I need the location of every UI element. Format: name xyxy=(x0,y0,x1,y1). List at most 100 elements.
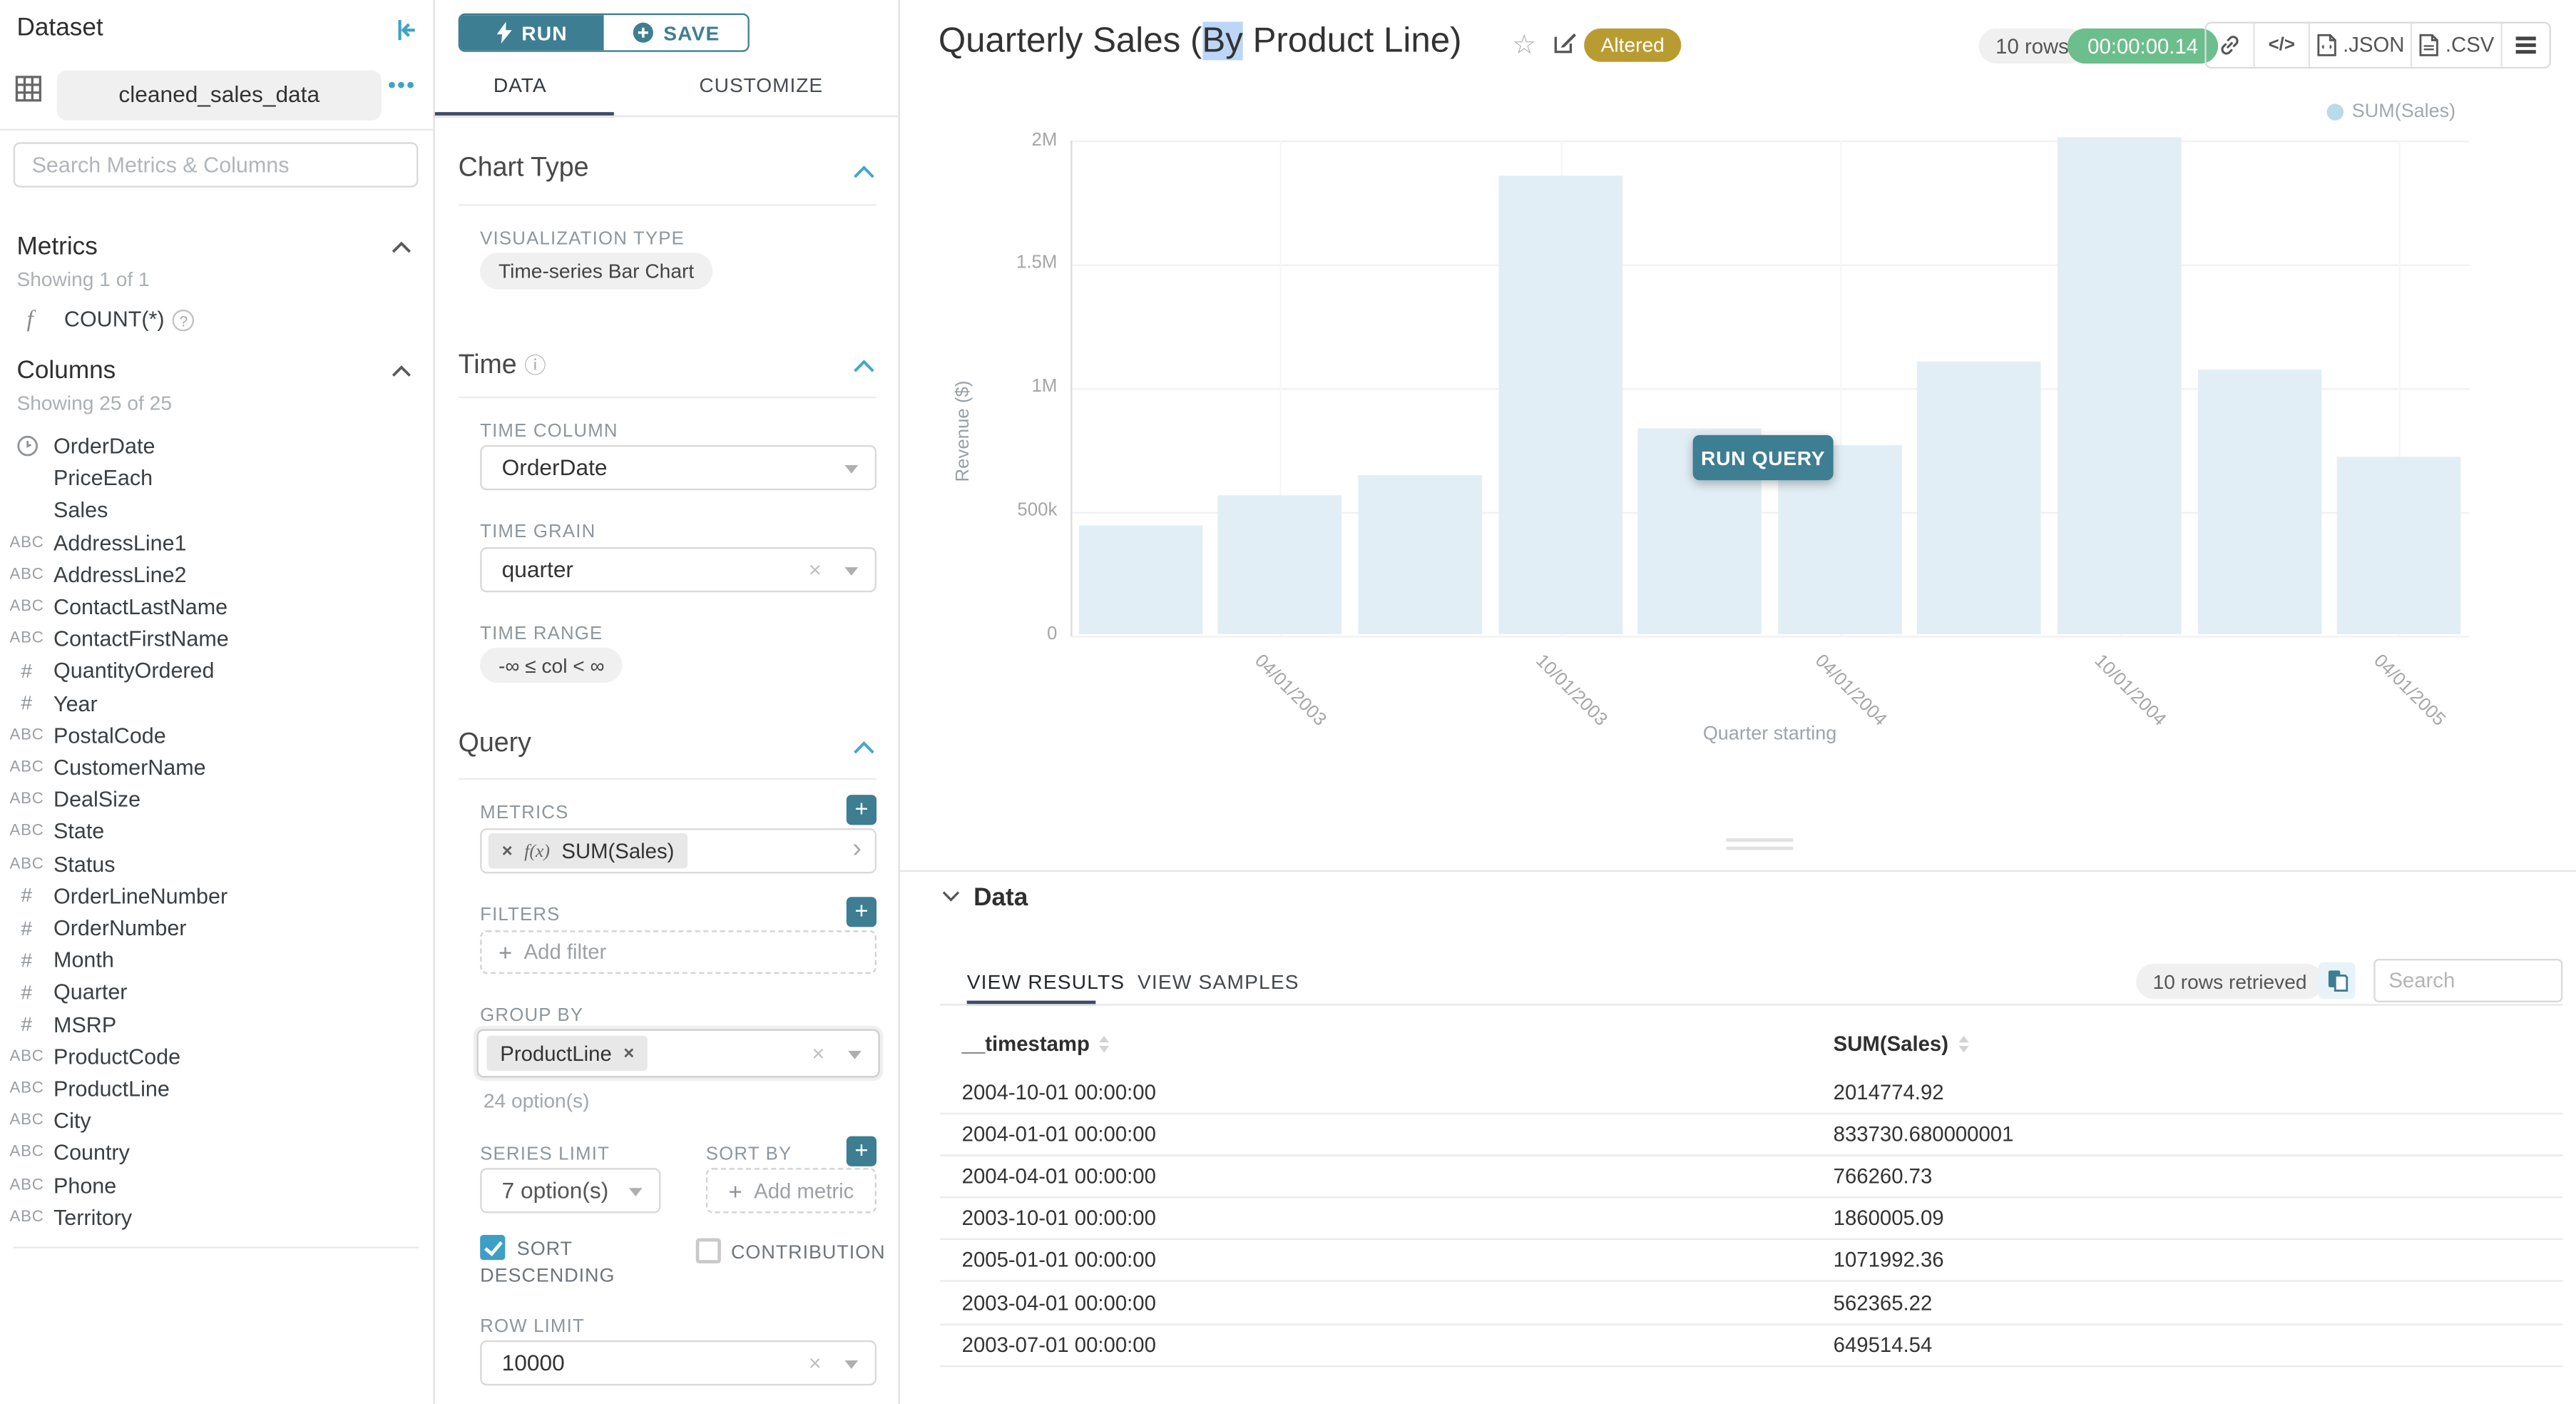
add-sort-metric-icon[interactable]: + xyxy=(847,1136,876,1166)
section-chart-type[interactable]: Chart Type xyxy=(459,154,589,184)
column-item-State[interactable]: ABCState xyxy=(0,815,421,848)
sort-descending-checkbox[interactable] xyxy=(480,1235,505,1260)
table-search[interactable] xyxy=(2373,959,2562,1002)
column-label: QuantityOrdered xyxy=(53,658,214,683)
metric-chip[interactable]: × f(x) SUM(Sales) xyxy=(489,833,688,868)
run-query-button[interactable]: RUN QUERY xyxy=(1693,435,1834,480)
remove-icon[interactable]: × xyxy=(623,1043,634,1063)
time-grain-select[interactable]: quarter × xyxy=(480,547,876,592)
column-item-OrderNumber[interactable]: #OrderNumber xyxy=(0,912,421,944)
tab-customize[interactable]: CUSTOMIZE xyxy=(699,73,823,97)
column-item-OrderLineNumber[interactable]: #OrderLineNumber xyxy=(0,880,421,912)
column-item-PostalCode[interactable]: ABCPostalCode xyxy=(0,719,421,751)
export-json-button[interactable]: .JSON xyxy=(2310,24,2412,67)
add-filter-icon[interactable]: + xyxy=(847,897,876,927)
chevron-up-icon[interactable] xyxy=(853,360,874,373)
chart-title[interactable]: Quarterly Sales (By Product Line) xyxy=(939,21,1462,61)
save-button[interactable]: SAVE xyxy=(604,15,748,50)
column-item-Quarter[interactable]: #Quarter xyxy=(0,976,421,1008)
data-collapse-chevron-icon[interactable] xyxy=(942,890,961,902)
add-metric-icon[interactable]: + xyxy=(847,795,876,825)
column-item-Territory[interactable]: ABCTerritory xyxy=(0,1201,421,1233)
tab-data[interactable]: DATA xyxy=(494,73,547,97)
viz-type-pill[interactable]: Time-series Bar Chart xyxy=(480,253,712,290)
column-item-AddressLine1[interactable]: ABCAddressLine1 xyxy=(0,526,421,559)
row-limit-select[interactable]: 10000 × xyxy=(480,1341,876,1385)
table-row[interactable]: 2003-10-01 00:00:001860005.09 xyxy=(940,1199,2562,1241)
time-column-select[interactable]: OrderDate xyxy=(480,445,876,490)
help-icon[interactable]: ? xyxy=(173,310,194,331)
export-csv-button[interactable]: .CSV xyxy=(2412,24,2503,67)
contribution-checkbox[interactable] xyxy=(696,1238,721,1263)
column-header-timestamp[interactable]: __timestamp xyxy=(962,1032,1110,1056)
column-item-ProductCode[interactable]: ABCProductCode xyxy=(0,1040,421,1072)
run-button[interactable]: RUN xyxy=(460,15,604,50)
add-filter-box[interactable]: +Add filter xyxy=(480,930,876,974)
section-query[interactable]: Query xyxy=(459,730,531,760)
group-by-select[interactable]: ProductLine × × xyxy=(476,1029,879,1077)
chevron-up-icon[interactable] xyxy=(853,166,874,179)
chart-legend[interactable]: SUM(Sales) xyxy=(2327,102,2456,122)
column-item-DealSize[interactable]: ABCDealSize xyxy=(0,783,421,815)
column-item-AddressLine2[interactable]: ABCAddressLine2 xyxy=(0,559,421,591)
table-row[interactable]: 2004-04-01 00:00:00766260.73 xyxy=(940,1156,2562,1199)
column-item-ContactLastName[interactable]: ABCContactLastName xyxy=(0,591,421,623)
time-range-pill[interactable]: -∞ ≤ col < ∞ xyxy=(480,648,623,683)
resize-handle[interactable] xyxy=(1727,838,1794,855)
column-item-Sales[interactable]: Sales xyxy=(0,494,421,526)
search-input[interactable] xyxy=(15,144,416,186)
dataset-name[interactable]: cleaned_sales_data xyxy=(57,71,382,121)
altered-badge[interactable]: Altered xyxy=(1584,29,1681,62)
favorite-star-icon[interactable]: ☆ xyxy=(1512,29,1536,62)
series-limit-select[interactable]: 7 option(s) xyxy=(480,1168,660,1213)
columns-collapse-icon[interactable] xyxy=(392,365,412,378)
data-section-header[interactable]: Data xyxy=(973,883,1028,912)
tab-view-results[interactable]: VIEW RESULTS xyxy=(967,970,1125,994)
collapse-panel-icon[interactable] xyxy=(392,15,421,45)
clear-icon[interactable]: × xyxy=(809,557,822,582)
metric-item[interactable]: f COUNT(*)? xyxy=(27,305,195,335)
table-row[interactable]: 2005-01-01 00:00:001071992.36 xyxy=(940,1241,2562,1283)
column-label: PostalCode xyxy=(53,723,166,748)
column-item-QuantityOrdered[interactable]: #QuantityOrdered xyxy=(0,655,421,687)
metrics-columns-search[interactable] xyxy=(14,142,419,187)
clock-icon xyxy=(0,435,53,457)
metrics-collapse-icon[interactable] xyxy=(392,241,412,255)
column-item-ContactFirstName[interactable]: ABCContactFirstName xyxy=(0,623,421,655)
metric-control[interactable]: × f(x) SUM(Sales) › xyxy=(480,828,876,873)
sort-by-add-metric-box[interactable]: +Add metric xyxy=(706,1168,876,1213)
dataset-more-icon[interactable]: ••• xyxy=(388,72,416,97)
table-row[interactable]: 2003-04-01 00:00:00562365.22 xyxy=(940,1283,2562,1325)
table-row[interactable]: 2004-01-01 00:00:00833730.680000001 xyxy=(940,1114,2562,1156)
caret-right-icon[interactable]: › xyxy=(852,835,861,865)
table-search-input[interactable] xyxy=(2376,960,2561,1000)
column-item-CustomerName[interactable]: ABCCustomerName xyxy=(0,751,421,783)
table-row[interactable]: 2003-07-01 00:00:00649514.54 xyxy=(940,1325,2562,1367)
remove-icon[interactable]: × xyxy=(502,841,513,861)
plot-area xyxy=(1070,141,2469,636)
edit-properties-icon[interactable] xyxy=(1553,30,1578,55)
section-time[interactable]: Time ⓘ xyxy=(459,348,546,382)
column-header-sum-sales[interactable]: SUM(Sales) xyxy=(1834,1032,1968,1056)
hash-icon: # xyxy=(0,980,53,1004)
copy-data-button[interactable] xyxy=(2319,962,2356,999)
column-item-MSRP[interactable]: #MSRP xyxy=(0,1008,421,1040)
chart-menu-button[interactable] xyxy=(2503,24,2550,67)
clear-icon[interactable]: × xyxy=(812,1041,825,1066)
view-query-button[interactable]: </> xyxy=(2255,24,2310,67)
column-item-PriceEach[interactable]: PriceEach xyxy=(0,462,421,494)
column-item-Status[interactable]: ABCStatus xyxy=(0,848,421,880)
column-item-Month[interactable]: #Month xyxy=(0,944,421,976)
column-item-Year[interactable]: #Year xyxy=(0,687,421,719)
column-item-OrderDate[interactable]: OrderDate xyxy=(0,430,421,462)
column-item-Phone[interactable]: ABCPhone xyxy=(0,1169,421,1201)
share-link-button[interactable] xyxy=(2207,24,2255,67)
tab-view-samples[interactable]: VIEW SAMPLES xyxy=(1138,970,1299,994)
group-by-chip[interactable]: ProductLine × xyxy=(487,1036,648,1071)
clear-icon[interactable]: × xyxy=(809,1350,822,1375)
table-row[interactable]: 2004-10-01 00:00:002014774.92 xyxy=(940,1072,2562,1114)
column-item-City[interactable]: ABCCity xyxy=(0,1104,421,1136)
column-item-ProductLine[interactable]: ABCProductLine xyxy=(0,1072,421,1104)
column-item-Country[interactable]: ABCCountry xyxy=(0,1137,421,1169)
chevron-up-icon[interactable] xyxy=(853,741,874,755)
